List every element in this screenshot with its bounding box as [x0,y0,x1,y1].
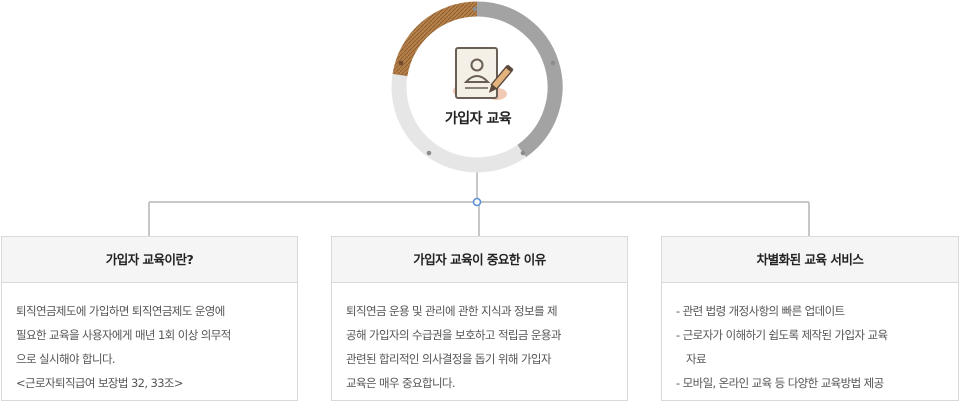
card-what-is-education: 가입자 교육이란? 퇴직연금제도에 가입하면 퇴직연금제도 운영에 필요한 교육… [1,236,298,401]
card-text-line: 퇴직연금제도에 가입하면 퇴직연금제도 운영에 [16,304,225,318]
ring-dot [520,150,526,156]
card-text-line: 관련된 합리적인 의사결정을 돕기 위해 가입자 [346,352,552,366]
ring-dot [426,150,432,156]
ring-dot [550,60,556,66]
card-body: 관련 법령 개정사항의 빠른 업데이트 근로자가 이해하기 쉽도록 제작된 가입… [662,283,958,395]
service-list: 관련 법령 개정사항의 빠른 업데이트 근로자가 이해하기 쉽도록 제작된 가입… [676,299,946,395]
card-why-important: 가입자 교육이 중요한 이유 퇴직연금 운용 및 관리에 관한 지식과 정보를 … [331,236,628,401]
connector-node [472,197,482,207]
card-text-line: 공해 가입자의 수급권을 보호하고 적립금 운용과 [346,328,561,342]
card-body: 퇴직연금 운용 및 관리에 관한 지식과 정보를 제 공해 가입자의 수급권을 … [332,283,627,395]
service-list-item: 근로자가 이해하기 쉽도록 제작된 가입자 교육자료 [676,323,896,371]
ring-dot [398,60,404,66]
card-title: 가입자 교육이 중요한 이유 [332,237,627,283]
card-text-line: <근로자퇴직급여 보장법 32, 33조> [16,376,184,390]
card-text-line: 퇴직연금 운용 및 관리에 관한 지식과 정보를 제 [346,304,558,318]
card-title: 차별화된 교육 서비스 [662,237,958,283]
card-title: 가입자 교육이란? [2,237,297,283]
service-list-item: 모바일, 온라인 교육 등 다양한 교육방법 제공 [676,371,946,395]
card-differentiated-services: 차별화된 교육 서비스 관련 법령 개정사항의 빠른 업데이트 근로자가 이해하… [661,236,959,401]
card-body: 퇴직연금제도에 가입하면 퇴직연금제도 운영에 필요한 교육을 사용자에게 매년… [2,283,297,395]
service-list-item: 관련 법령 개정사항의 빠른 업데이트 [676,299,946,323]
card-text-line: 교육은 매우 중요합니다. [346,376,456,390]
hub-label: 가입자 교육 [444,111,512,127]
card-text-line: 필요한 교육을 사용자에게 매년 1회 이상 의무적 [16,328,231,342]
card-text-line: 으로 실시해야 합니다. [16,352,116,366]
ring-dot [472,6,478,12]
